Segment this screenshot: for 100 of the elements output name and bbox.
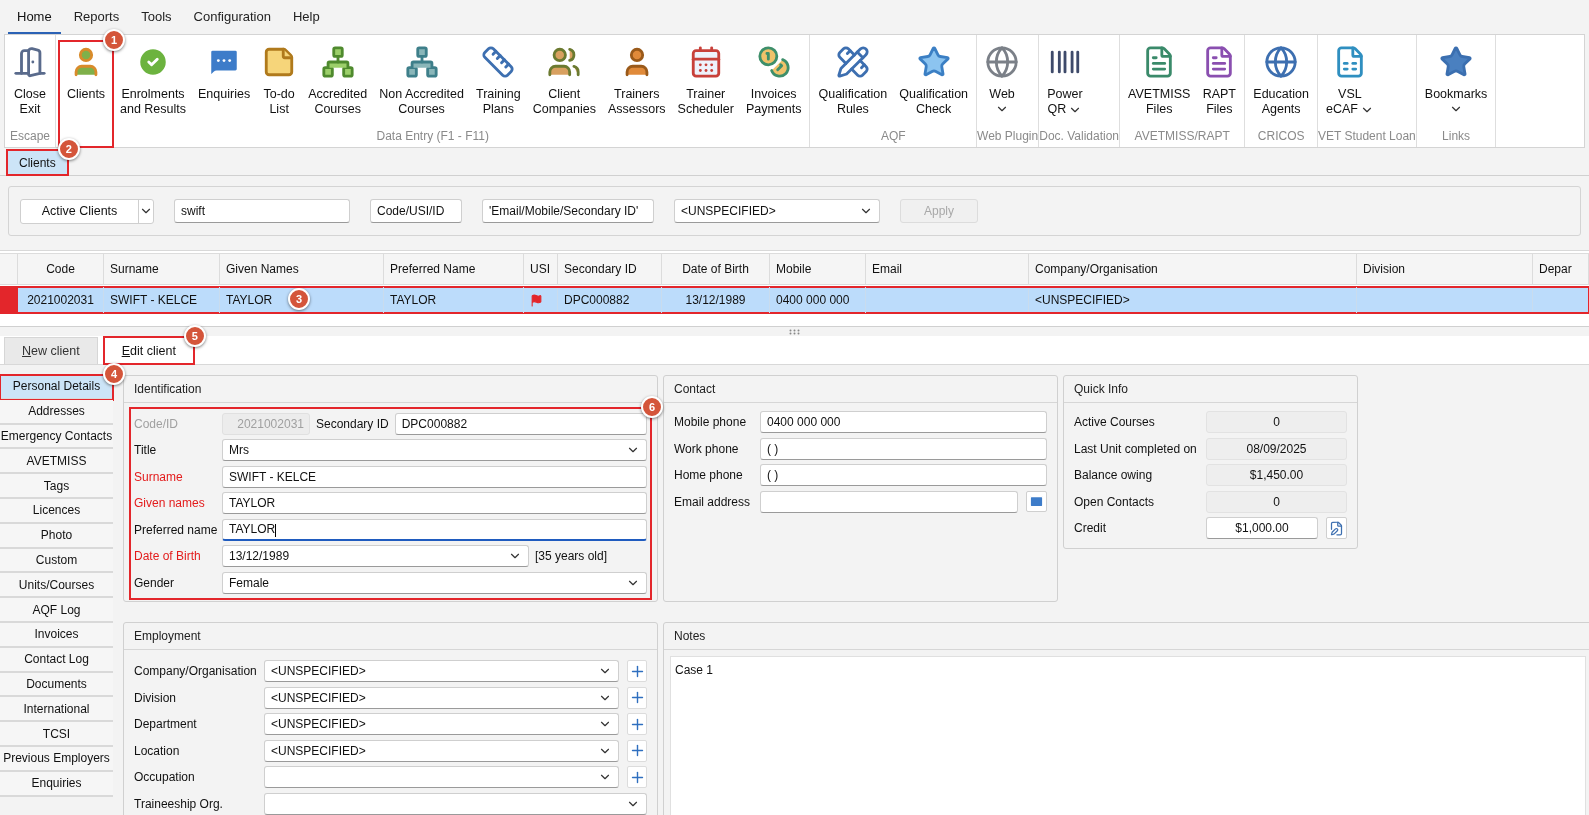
code-field[interactable]: Code/USI/ID bbox=[370, 199, 462, 223]
ribbon-button[interactable]: Close Exit bbox=[8, 41, 52, 127]
callout-badge: 6 bbox=[641, 396, 663, 418]
callout-badge: 1 bbox=[103, 29, 125, 51]
input-field[interactable]: ( ) bbox=[760, 437, 1047, 460]
pencil-ruler-icon bbox=[835, 45, 870, 79]
ribbon-button[interactable]: VSL eCAF bbox=[1320, 41, 1379, 127]
input-field[interactable]: TAYLOR bbox=[222, 492, 647, 515]
people-icon bbox=[547, 45, 582, 79]
add-button[interactable] bbox=[627, 766, 647, 789]
contact-field[interactable]: 'Email/Mobile/Secondary ID' bbox=[482, 199, 654, 223]
input-field[interactable]: TAYLOR bbox=[222, 518, 647, 541]
field-label: Mobile phone bbox=[674, 414, 748, 432]
column-header[interactable]: Division bbox=[1357, 254, 1533, 284]
search-field[interactable]: swift bbox=[174, 199, 350, 223]
column-header[interactable]: Depar bbox=[1533, 254, 1589, 284]
company-dropdown[interactable]: <UNSPECIFIED> bbox=[674, 199, 880, 223]
field-label: Title bbox=[134, 442, 158, 460]
menu-tab[interactable]: Tools bbox=[132, 4, 181, 34]
panel-title: Quick Info bbox=[1074, 382, 1129, 396]
column-header[interactable]: Preferred Name bbox=[384, 254, 524, 284]
status-dropdown[interactable]: Active Clients bbox=[20, 198, 154, 224]
group-label: Escape bbox=[10, 128, 50, 145]
dropdown-field[interactable]: <UNSPECIFIED> bbox=[264, 686, 619, 709]
ribbon-button[interactable]: Accredited Courses bbox=[303, 41, 373, 127]
input-field[interactable] bbox=[760, 490, 1018, 513]
send-email-button[interactable] bbox=[1026, 491, 1047, 513]
ribbon-button[interactable]: Invoices Payments bbox=[740, 41, 807, 127]
column-header[interactable]: Surname bbox=[104, 254, 220, 284]
dropdown-field[interactable]: <UNSPECIFIED> bbox=[264, 739, 619, 762]
panel-title: Identification bbox=[134, 382, 202, 396]
panel-title: Employment bbox=[134, 629, 201, 643]
ribbon-button[interactable]: To-do List bbox=[257, 41, 302, 127]
ribbon-button[interactable]: Non Accredited Courses bbox=[374, 41, 469, 127]
info-label: Last Unit completed on bbox=[1074, 440, 1198, 458]
field-label: Given names bbox=[134, 495, 206, 513]
info-label: Active Courses bbox=[1074, 414, 1156, 432]
input-field[interactable]: ( ) bbox=[760, 464, 1047, 487]
ribbon-button[interactable]: Enquiries bbox=[193, 41, 256, 127]
current-row-marker bbox=[0, 287, 18, 313]
tab[interactable]: New client bbox=[4, 337, 98, 364]
ribbon-button[interactable]: Qualification Rules bbox=[813, 41, 893, 127]
add-button[interactable] bbox=[627, 686, 647, 709]
dropdown-field[interactable]: <UNSPECIFIED> bbox=[264, 660, 619, 683]
globe-icon bbox=[985, 45, 1020, 79]
field-label: Occupation bbox=[134, 769, 196, 787]
ribbon-button[interactable]: RAPT Files bbox=[1197, 41, 1242, 127]
info-value: 0 bbox=[1206, 411, 1347, 434]
dropdown-field[interactable]: 13/12/1989 bbox=[222, 545, 529, 568]
input-field[interactable]: SWIFT - KELCE bbox=[222, 465, 647, 488]
ribbon-button[interactable]: AVETMISS Files bbox=[1123, 41, 1196, 127]
column-header[interactable]: Given Names bbox=[220, 254, 384, 284]
ribbon-button[interactable]: Web bbox=[980, 41, 1025, 127]
notes-text[interactable]: Case 1 bbox=[675, 663, 714, 677]
ribbon-button[interactable]: Power QR bbox=[1042, 41, 1088, 127]
ribbon-button[interactable]: Client Companies bbox=[527, 41, 601, 127]
ribbon-button[interactable]: Bookmarks bbox=[1419, 41, 1493, 127]
field-label: Date of Birth bbox=[134, 548, 202, 566]
add-button[interactable] bbox=[627, 660, 647, 683]
ribbon-button[interactable]: Qualification Check bbox=[894, 41, 974, 127]
add-button[interactable] bbox=[627, 713, 647, 736]
dropdown-field[interactable] bbox=[264, 766, 619, 789]
flag-icon bbox=[530, 293, 543, 307]
ribbon-button[interactable]: Trainers Assessors bbox=[602, 41, 671, 127]
menu-tab[interactable]: Configuration bbox=[184, 4, 280, 34]
dropdown-field[interactable]: Female bbox=[222, 571, 647, 594]
field-label: Traineeship Org. bbox=[134, 795, 224, 813]
edit-button[interactable] bbox=[1326, 517, 1347, 540]
group-label: CRICOS bbox=[1257, 128, 1305, 145]
callout-badge: 4 bbox=[103, 363, 125, 385]
field-label: Email address bbox=[674, 493, 752, 511]
info-value: $1,450.00 bbox=[1206, 464, 1347, 487]
age-note: [35 years old] bbox=[535, 548, 609, 566]
field-label: Location bbox=[134, 742, 181, 760]
group-label: AVETMISS/RAPT bbox=[1134, 128, 1230, 145]
table-cell-text: SWIFT - KELCE bbox=[110, 292, 198, 309]
menu-tab[interactable]: Help bbox=[283, 4, 329, 34]
add-button[interactable] bbox=[627, 739, 647, 762]
dropdown-field[interactable]: <UNSPECIFIED> bbox=[264, 713, 619, 736]
sidebar-item[interactable]: Addresses bbox=[0, 399, 113, 425]
table-row[interactable]: 2021002031 SWIFT - KELCE TAYLOR 3 TAYLOR DPC000882 13/12/1989 0400 000 000 <UNSPECIFIED> bbox=[0, 287, 1589, 313]
hierarchy-icon bbox=[320, 45, 355, 79]
ribbon-button[interactable]: Trainer Scheduler bbox=[672, 41, 739, 127]
column-header[interactable]: Date of Birth bbox=[662, 254, 770, 284]
ribbon-button[interactable]: Education Agents bbox=[1248, 41, 1314, 127]
splitter-grip-icon[interactable] bbox=[789, 328, 800, 335]
column-header[interactable]: Email bbox=[866, 254, 1029, 284]
dropdown-field[interactable] bbox=[264, 792, 647, 815]
dropdown-field[interactable]: Mrs bbox=[222, 439, 647, 462]
input-field[interactable]: 0400 000 000 bbox=[760, 411, 1047, 434]
table-cell-text: 13/12/1989 bbox=[685, 292, 746, 309]
column-header[interactable]: Secondary ID bbox=[558, 254, 662, 284]
column-header[interactable]: Company/Organisation bbox=[1029, 254, 1357, 284]
column-header[interactable]: Code bbox=[18, 254, 104, 284]
column-header[interactable]: Mobile bbox=[770, 254, 866, 284]
star-icon bbox=[916, 45, 951, 79]
ribbon-button[interactable]: Training Plans bbox=[471, 41, 526, 127]
group-label: AQF bbox=[880, 128, 906, 145]
column-header[interactable]: USI bbox=[524, 254, 558, 284]
table-cell-text: TAYLOR bbox=[390, 292, 437, 309]
